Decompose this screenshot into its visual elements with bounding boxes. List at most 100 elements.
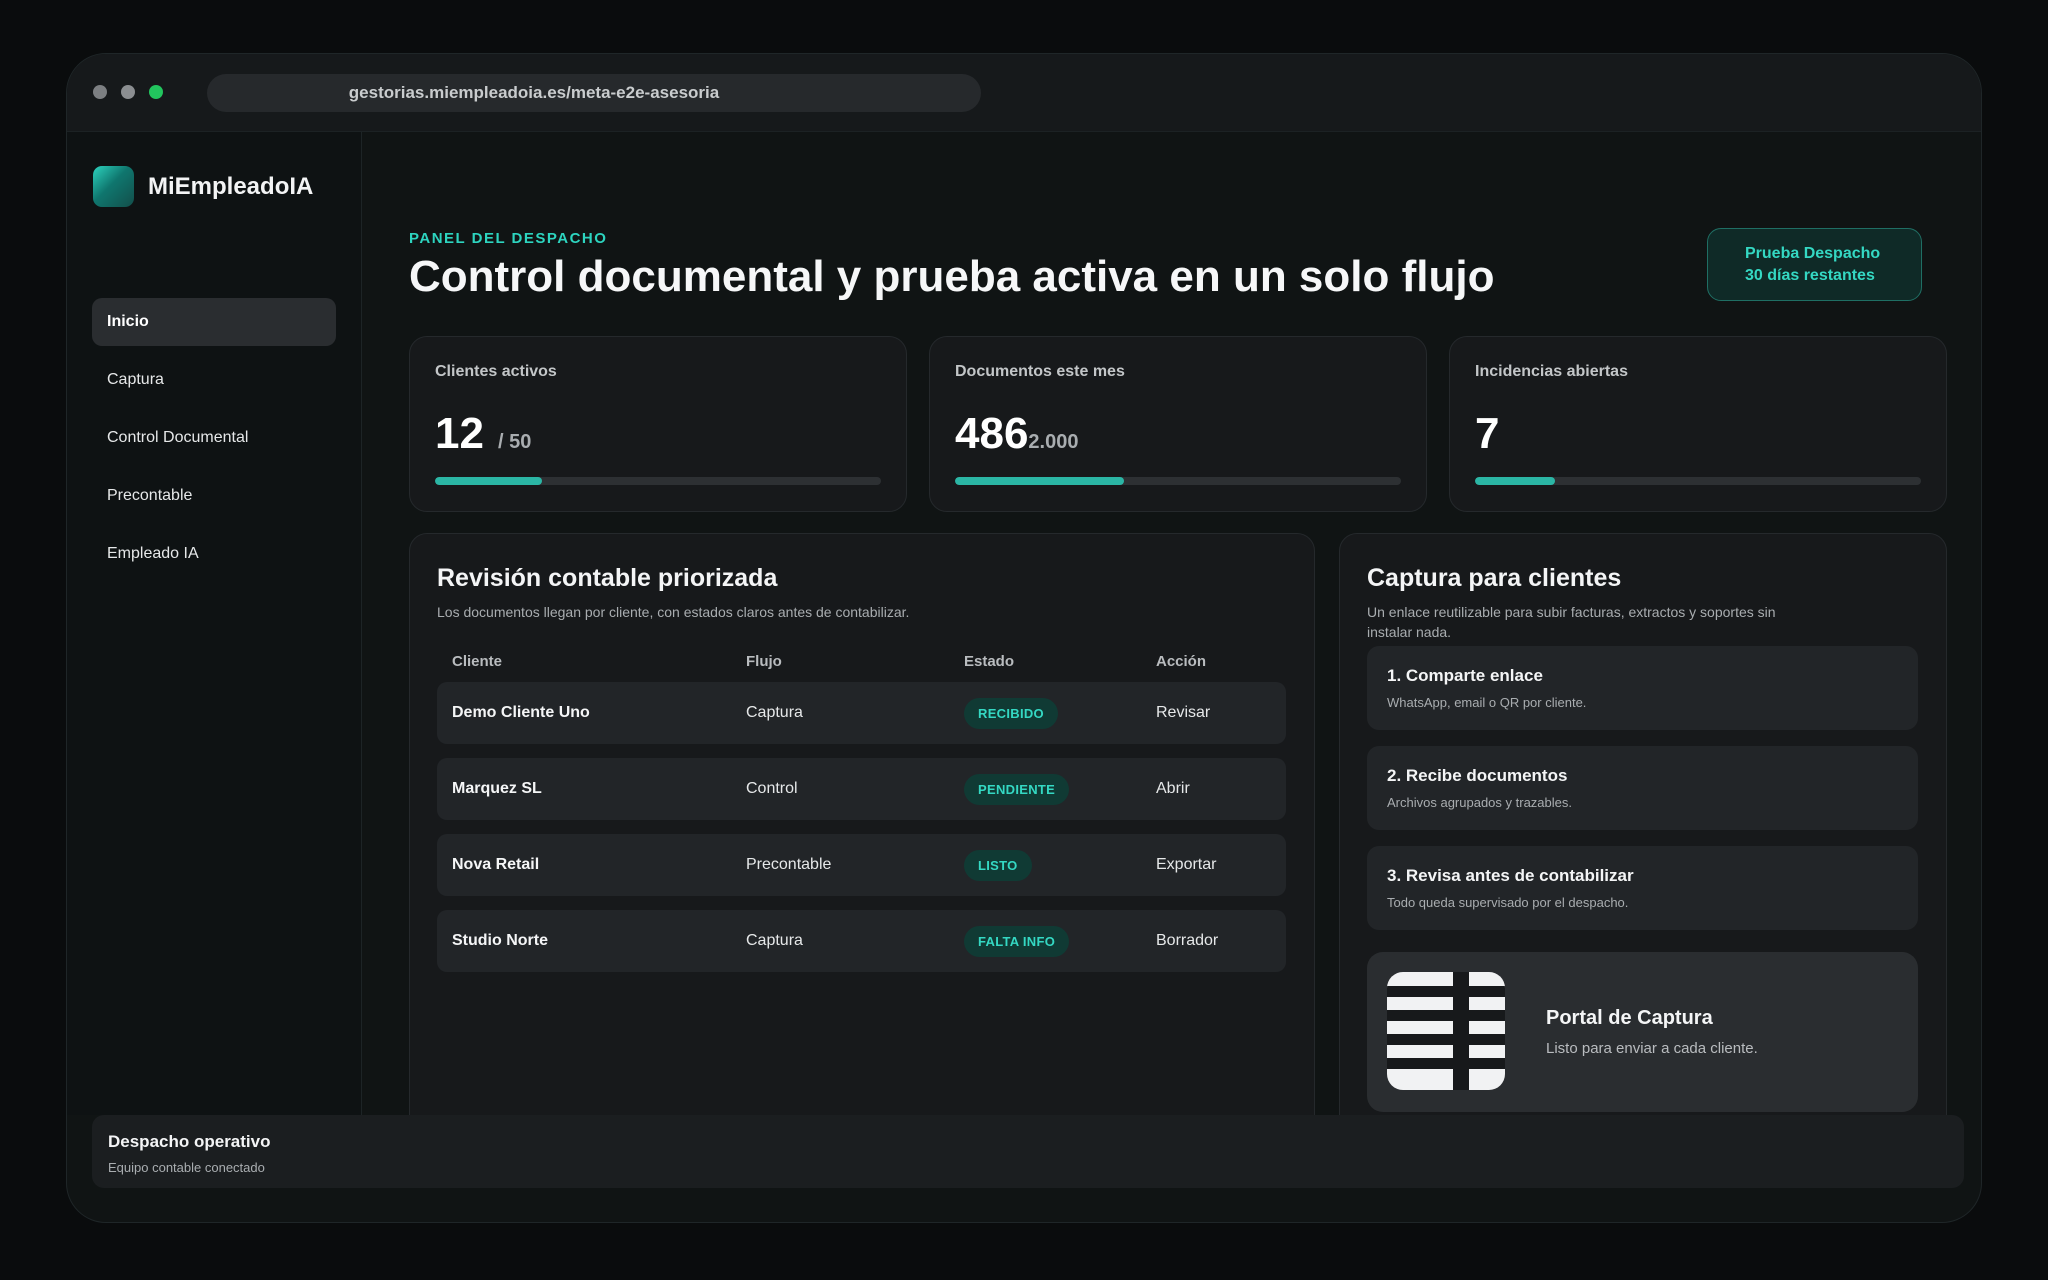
cell-client: Studio Norte [452,932,548,949]
status-badge: PENDIENTE [964,773,1070,805]
row-action-link[interactable]: Abrir [1156,758,1190,820]
row-action-link[interactable]: Borrador [1156,910,1218,972]
row-action-link[interactable]: Revisar [1156,682,1210,744]
trial-badge-days: 30 días restantes [1745,266,1875,284]
cell-flow: Control [746,780,798,797]
step-description: WhatsApp, email o QR por cliente. [1387,695,1587,710]
portal-description: Listo para enviar a cada cliente. [1546,1040,1758,1057]
capture-panel-subtitle-line: Un enlace reutilizable para subir factur… [1367,604,1776,620]
kpi-progress-bar [435,477,881,485]
footer-title: Despacho operativo [108,1132,271,1151]
cell-status: RECIBIDO [964,682,1058,744]
capture-step-review[interactable]: 3. Revisa antes de contabilizar Todo que… [1367,846,1918,930]
kpi-label: Clientes activos [435,363,557,380]
table-row[interactable]: Nova Retail Precontable LISTO Exportar [437,834,1286,896]
window-maximize-dot[interactable] [149,85,163,99]
cell-client: Marquez SL [452,780,542,797]
capture-step-receive-documents[interactable]: 2. Recibe documentos Archivos agrupados … [1367,746,1918,830]
browser-titlebar: gestorias.miempleadoia.es/meta-e2e-aseso… [67,54,1981,132]
kpi-card-documentos: Documentos este mes 486 2.000 [929,336,1427,512]
sidebar-item-captura[interactable]: Captura [92,356,336,404]
footer-subtitle: Equipo contable conectado [108,1160,265,1175]
address-bar[interactable]: gestorias.miempleadoia.es/meta-e2e-aseso… [207,74,981,112]
capture-panel-subtitle: Un enlace reutilizable para subir factur… [1367,602,1776,642]
page-eyebrow: PANEL DEL DESPACHO [409,230,608,247]
brand-logo-icon [93,166,134,207]
portal-title: Portal de Captura [1546,1007,1713,1029]
window-close-dot[interactable] [93,85,107,99]
cell-flow: Captura [746,704,803,721]
sidebar-item-label: Captura [107,371,164,388]
capture-portal-card[interactable]: Portal de Captura Listo para enviar a ca… [1367,952,1918,1112]
window-minimize-dot[interactable] [121,85,135,99]
cell-flow: Captura [746,932,803,949]
step-title: 3. Revisa antes de contabilizar [1387,866,1634,885]
table-row[interactable]: Marquez SL Control PENDIENTE Abrir [437,758,1286,820]
status-badge: FALTA INFO [964,925,1070,957]
kpi-value-number: 7 [1475,409,1500,458]
cell-client: Demo Cliente Uno [452,704,590,721]
sidebar-item-label: Precontable [107,487,193,504]
page-title: Control documental y prueba activa en un… [409,252,1495,301]
column-header-cliente[interactable]: Cliente [452,653,502,670]
table-row[interactable]: Demo Cliente Uno Captura RECIBIDO Revisa… [437,682,1286,744]
kpi-value: 12 / 50 [435,409,531,459]
kpi-label: Documentos este mes [955,363,1125,380]
column-header-accion[interactable]: Acción [1156,653,1206,670]
kpi-value-number: 12 [435,409,484,458]
kpi-card-incidencias: Incidencias abiertas 7 [1449,336,1947,512]
sidebar-item-label: Inicio [107,313,149,330]
kpi-value: 7 [1475,409,1499,459]
kpi-value-suffix: 2.000 [1028,431,1079,453]
kpi-value-suffix: / 50 [497,431,532,453]
sidebar-item-precontable[interactable]: Precontable [92,472,336,520]
qr-code-icon [1387,972,1505,1090]
kpi-progress-fill [955,477,1125,485]
kpi-progress-fill [1475,477,1556,485]
main-content: PANEL DEL DESPACHO Control documental y … [363,132,1981,1139]
sidebar-item-label: Control Documental [107,429,249,446]
address-bar-url: gestorias.miempleadoia.es/meta-e2e-aseso… [348,83,720,102]
status-footer: Despacho operativo Equipo contable conec… [92,1115,1964,1188]
column-header-flujo[interactable]: Flujo [746,653,782,670]
cell-flow: Precontable [746,856,832,873]
review-panel-title: Revisión contable priorizada [437,564,778,592]
capture-step-share-link[interactable]: 1. Comparte enlace WhatsApp, email o QR … [1367,646,1918,730]
kpi-value-number: 486 [955,409,1029,458]
capture-panel-title: Captura para clientes [1367,564,1622,592]
trial-badge-plan: Prueba Despacho [1745,244,1881,262]
table-row[interactable]: Studio Norte Captura FALTA INFO Borrador [437,910,1286,972]
step-description: Todo queda supervisado por el despacho. [1387,895,1629,910]
cell-client: Nova Retail [452,856,540,873]
kpi-value: 486 2.000 [955,409,1078,459]
column-header-estado[interactable]: Estado [964,653,1014,670]
sidebar-item-control-documental[interactable]: Control Documental [92,414,336,462]
status-badge: RECIBIDO [964,697,1058,729]
sidebar-item-label: Empleado IA [107,545,199,562]
cell-status: PENDIENTE [964,758,1070,820]
status-badge: LISTO [964,849,1032,881]
review-panel-subtitle: Los documentos llegan por cliente, con e… [437,604,910,620]
kpi-progress-fill [435,477,543,485]
kpi-progress-bar [955,477,1401,485]
trial-badge[interactable]: Prueba Despacho 30 días restantes [1707,228,1922,301]
review-panel: Revisión contable priorizada Los documen… [409,533,1315,1139]
capture-panel-subtitle-line: instalar nada. [1367,624,1452,640]
cell-status: FALTA INFO [964,910,1070,972]
step-description: Archivos agrupados y trazables. [1387,795,1572,810]
step-title: 1. Comparte enlace [1387,666,1543,685]
brand[interactable]: MiEmpleadoIA [93,166,313,207]
kpi-label: Incidencias abiertas [1475,363,1628,380]
step-title: 2. Recibe documentos [1387,766,1568,785]
sidebar-item-empleado-ia[interactable]: Empleado IA [92,530,336,578]
capture-panel: Captura para clientes Un enlace reutiliz… [1339,533,1947,1139]
row-action-link[interactable]: Exportar [1156,834,1216,896]
cell-status: LISTO [964,834,1032,896]
browser-window: gestorias.miempleadoia.es/meta-e2e-aseso… [66,53,1982,1223]
sidebar-nav: Inicio Captura Control Documental Precon… [92,298,336,588]
sidebar-item-inicio[interactable]: Inicio [92,298,336,346]
brand-name: MiEmpleadoIA [148,172,314,200]
sidebar: MiEmpleadoIA Inicio Captura Control Docu… [67,132,362,1115]
kpi-card-clientes: Clientes activos 12 / 50 [409,336,907,512]
kpi-progress-bar [1475,477,1921,485]
